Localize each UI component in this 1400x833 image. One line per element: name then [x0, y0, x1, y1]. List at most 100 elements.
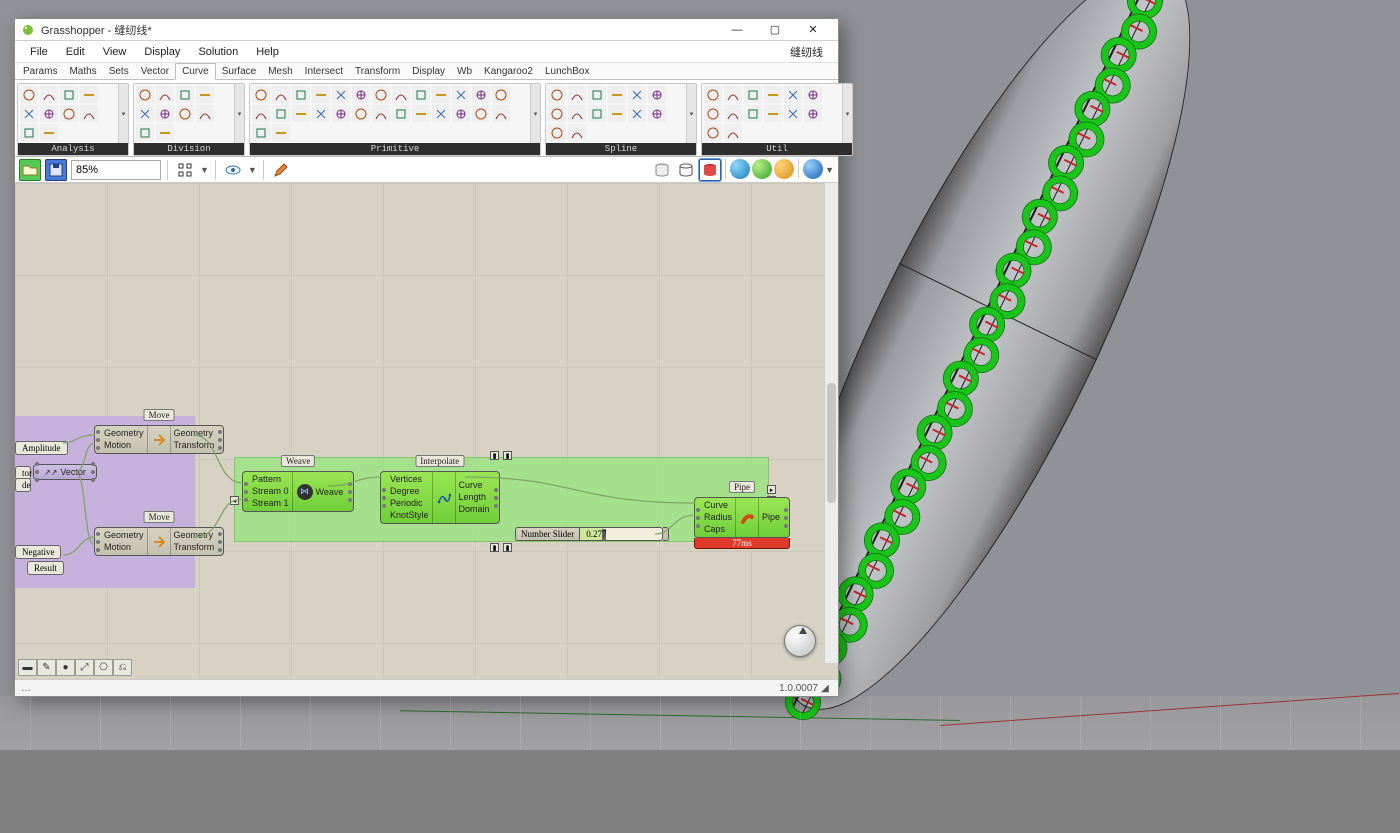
component-interpolate[interactable]: Interpolate Vertices Degree Periodic Kno… — [380, 471, 500, 524]
component-weave[interactable]: Weave PatternStream 0Stream 1 ⋈Weave — [242, 471, 354, 512]
ribbon-tool-icon[interactable] — [704, 105, 722, 122]
zoom-extents-button[interactable] — [174, 159, 196, 181]
ribbon-tool-icon[interactable] — [648, 105, 666, 122]
canvas-bottom-toolbar[interactable]: ▬ ✎ ● ⤢ ⎔ ⎌ — [18, 659, 132, 676]
ribbon-tool-icon[interactable] — [724, 86, 742, 103]
ribbon-tool-icon[interactable] — [156, 124, 174, 141]
ribbon-tool-icon[interactable] — [136, 105, 154, 122]
component-move-1[interactable]: Move GeometryMotion GeometryTransform — [94, 425, 224, 454]
close-button[interactable]: ✕ — [794, 19, 832, 41]
panel-expand-icon[interactable]: ▾ — [118, 84, 128, 143]
ribbon-tool-icon[interactable] — [392, 105, 410, 122]
tab-sets[interactable]: Sets — [103, 64, 135, 79]
bt-3[interactable]: ● — [56, 659, 75, 676]
ribbon-tool-icon[interactable] — [156, 105, 174, 122]
ribbon-tool-icon[interactable] — [20, 105, 38, 122]
preview-button[interactable] — [222, 159, 244, 181]
ribbon-tool-icon[interactable] — [60, 86, 78, 103]
bt-4[interactable]: ⤢ — [75, 659, 94, 676]
component-vector[interactable]: ↗↗Vector — [33, 464, 97, 480]
ribbon-tool-icon[interactable] — [196, 105, 214, 122]
tab-wb[interactable]: Wb — [451, 64, 478, 79]
ribbon-tool-icon[interactable] — [252, 124, 270, 141]
tab-intersect[interactable]: Intersect — [299, 64, 349, 79]
bt-6[interactable]: ⎌ — [113, 659, 132, 676]
resize-grip-icon[interactable]: ◢ — [818, 683, 832, 694]
bt-1[interactable]: ▬ — [18, 659, 37, 676]
ribbon-tool-icon[interactable] — [312, 105, 330, 122]
ribbon-tool-icon[interactable] — [628, 86, 646, 103]
ribbon-tool-icon[interactable] — [156, 86, 174, 103]
menu-display[interactable]: Display — [135, 43, 189, 61]
chip-amplitude[interactable]: Amplitude — [15, 441, 68, 455]
ribbon-tool-icon[interactable] — [784, 86, 802, 103]
panel-expand-icon[interactable]: ▾ — [842, 84, 852, 143]
tab-display[interactable]: Display — [406, 64, 451, 79]
preview-settings-button[interactable] — [774, 159, 794, 179]
ribbon-tool-icon[interactable] — [332, 86, 350, 103]
tab-surface[interactable]: Surface — [216, 64, 262, 79]
menu-edit[interactable]: Edit — [57, 43, 94, 61]
ribbon-tool-icon[interactable] — [20, 86, 38, 103]
titlebar[interactable]: Grasshopper - 缝纫线* — ▢ ✕ — [15, 19, 838, 41]
menu-file[interactable]: File — [21, 43, 57, 61]
ribbon-tool-icon[interactable] — [252, 105, 270, 122]
ribbon-tool-icon[interactable] — [272, 86, 290, 103]
ribbon-tool-icon[interactable] — [704, 124, 722, 141]
ribbon-tool-icon[interactable] — [252, 86, 270, 103]
ribbon-tool-icon[interactable] — [784, 105, 802, 122]
ribbon-tool-icon[interactable] — [452, 105, 470, 122]
ribbon-tool-icon[interactable] — [40, 105, 58, 122]
ribbon-tool-icon[interactable] — [136, 86, 154, 103]
ribbon-tool-icon[interactable] — [548, 105, 566, 122]
ribbon-tabs[interactable]: Params Maths Sets Vector Curve Surface M… — [15, 63, 838, 80]
open-button[interactable] — [19, 159, 41, 181]
ribbon-tool-icon[interactable] — [472, 86, 490, 103]
menubar[interactable]: File Edit View Display Solution Help 缝纫线 — [15, 41, 838, 63]
canvas-compass[interactable] — [784, 625, 816, 657]
component-move-2[interactable]: Move GeometryMotion GeometryTransform — [94, 527, 224, 556]
menu-help[interactable]: Help — [247, 43, 288, 61]
ribbon-tool-icon[interactable] — [292, 105, 310, 122]
ribbon-tool-icon[interactable] — [332, 105, 350, 122]
ribbon-tool-icon[interactable] — [412, 86, 430, 103]
only-selected-button[interactable] — [730, 159, 750, 179]
sketch-button[interactable] — [270, 159, 292, 181]
ribbon-tool-icon[interactable] — [80, 86, 98, 103]
ribbon-tool-icon[interactable] — [392, 86, 410, 103]
ribbon-tool-icon[interactable] — [548, 124, 566, 141]
ribbon-tool-icon[interactable] — [372, 86, 390, 103]
save-button[interactable] — [45, 159, 67, 181]
menu-view[interactable]: View — [94, 43, 136, 61]
ribbon-tool-icon[interactable] — [272, 105, 290, 122]
document-preview-button[interactable] — [803, 159, 823, 179]
ribbon-tool-icon[interactable] — [292, 86, 310, 103]
ribbon-tool-icon[interactable] — [804, 86, 822, 103]
preview-green-button[interactable] — [752, 159, 772, 179]
slider-track[interactable]: 0.277 — [579, 527, 663, 541]
ribbon-tool-icon[interactable] — [568, 86, 586, 103]
ribbon-tool-icon[interactable] — [744, 105, 762, 122]
tab-transform[interactable]: Transform — [349, 64, 406, 79]
ribbon-tool-icon[interactable] — [352, 86, 370, 103]
minimize-button[interactable]: — — [718, 19, 756, 41]
tab-lunchbox[interactable]: LunchBox — [539, 64, 595, 79]
ribbon-tool-icon[interactable] — [608, 86, 626, 103]
preview-shaded-button[interactable] — [699, 159, 721, 181]
ribbon-tool-icon[interactable] — [492, 105, 510, 122]
ribbon-tool-icon[interactable] — [352, 105, 370, 122]
scroll-thumb[interactable] — [827, 383, 836, 503]
maximize-button[interactable]: ▢ — [756, 19, 794, 41]
menu-solution[interactable]: Solution — [189, 43, 247, 61]
ribbon-tool-icon[interactable] — [628, 105, 646, 122]
ribbon-tool-icon[interactable] — [744, 86, 762, 103]
ribbon-tool-icon[interactable] — [272, 124, 290, 141]
bt-5[interactable]: ⎔ — [94, 659, 113, 676]
ribbon-tool-icon[interactable] — [764, 86, 782, 103]
chip-negative[interactable]: Negative — [15, 545, 61, 559]
tab-params[interactable]: Params — [17, 64, 63, 79]
ribbon-tool-icon[interactable] — [40, 86, 58, 103]
panel-expand-icon[interactable]: ▾ — [234, 84, 244, 143]
ribbon-tool-icon[interactable] — [176, 105, 194, 122]
ribbon-tool-icon[interactable] — [704, 86, 722, 103]
